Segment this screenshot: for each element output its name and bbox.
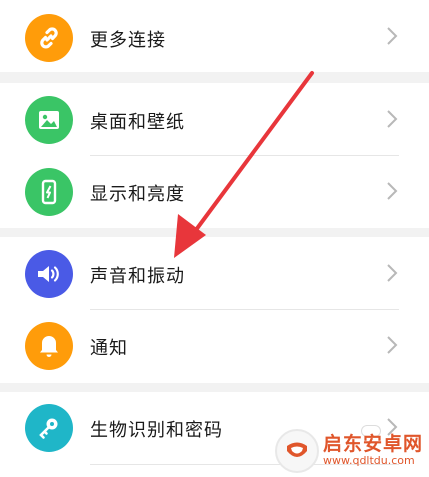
settings-item-label: 更多连接 bbox=[90, 30, 166, 51]
settings-group-display: 桌面和壁纸 显示和亮度 bbox=[0, 83, 429, 228]
key-icon bbox=[25, 404, 73, 452]
watermark-logo-icon bbox=[274, 429, 319, 473]
settings-item-sound-vibration[interactable]: 声音和振动 bbox=[0, 237, 429, 309]
settings-item-label: 桌面和壁纸 bbox=[90, 112, 185, 133]
link-icon bbox=[25, 14, 73, 62]
chevron-right-icon bbox=[387, 27, 398, 45]
chevron-right-icon bbox=[387, 182, 398, 200]
settings-item-label: 声音和振动 bbox=[90, 266, 185, 287]
phone-brightness-icon bbox=[25, 168, 73, 216]
image-icon bbox=[25, 96, 73, 144]
settings-group-sound: 声音和振动 通知 bbox=[0, 237, 429, 383]
watermark: 启东安卓网 www.qdltdu.com bbox=[274, 429, 423, 473]
settings-group-connections: 更多连接 bbox=[0, 0, 429, 72]
watermark-url: www.qdltdu.com bbox=[322, 454, 415, 468]
settings-item-label: 通知 bbox=[90, 338, 128, 359]
watermark-text: 启东安卓网 www.qdltdu.com bbox=[322, 433, 423, 468]
settings-item-notifications[interactable]: 通知 bbox=[0, 310, 429, 382]
settings-item-display-brightness[interactable]: 显示和亮度 bbox=[0, 156, 429, 228]
chevron-right-icon bbox=[387, 110, 398, 128]
bell-icon bbox=[25, 322, 73, 370]
speaker-icon bbox=[25, 250, 73, 298]
settings-item-label: 显示和亮度 bbox=[90, 184, 185, 205]
settings-item-desktop-wallpaper[interactable]: 桌面和壁纸 bbox=[0, 83, 429, 155]
chevron-right-icon bbox=[387, 336, 398, 354]
watermark-title: 启东安卓网 bbox=[322, 433, 423, 456]
settings-item-more-connections[interactable]: 更多连接 bbox=[0, 0, 429, 72]
settings-item-label: 生物识别和密码 bbox=[90, 420, 223, 441]
chevron-right-icon bbox=[387, 264, 398, 282]
